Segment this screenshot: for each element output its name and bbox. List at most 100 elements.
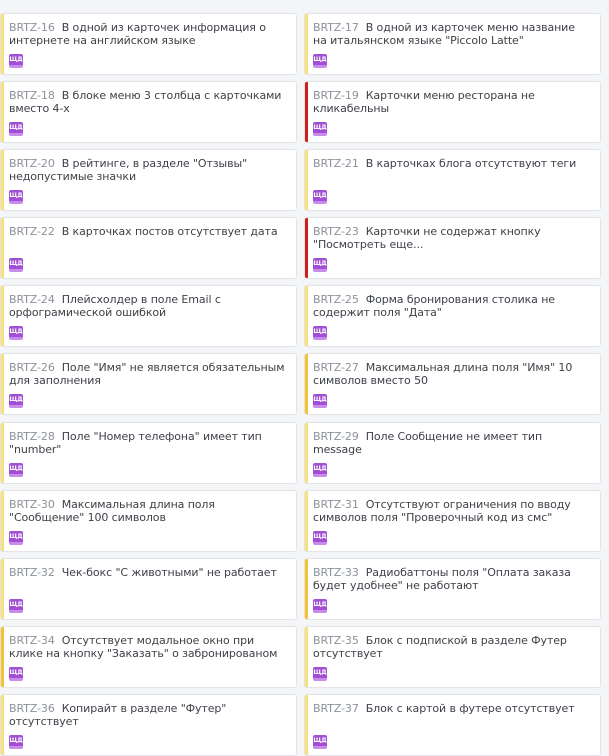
assignee-avatar: ЩД: [313, 190, 327, 205]
issue-key[interactable]: BRTZ-36: [9, 702, 55, 715]
issue-key[interactable]: BRTZ-31: [313, 498, 359, 511]
priority-stripe: [1, 14, 4, 74]
assignee-avatar: ЩД: [313, 394, 327, 409]
issue-key[interactable]: BRTZ-22: [9, 225, 55, 238]
issue-summary: BRTZ-16 В одной из карточек информация о …: [9, 21, 288, 48]
issue-summary: BRTZ-37 Блок с картой в футере отсутствуе…: [313, 702, 592, 729]
issue-card[interactable]: BRTZ-24 Плейсхолдер в поле Email с орфогр…: [0, 285, 297, 348]
issue-card[interactable]: BRTZ-37 Блок с картой в футере отсутствуе…: [304, 693, 601, 756]
issue-key[interactable]: BRTZ-29: [313, 430, 359, 443]
priority-stripe: [1, 218, 4, 279]
issue-key[interactable]: BRTZ-26: [9, 361, 55, 374]
issue-card[interactable]: BRTZ-28 Поле "Номер телефона" имеет тип "…: [0, 421, 297, 484]
issue-card[interactable]: BRTZ-21 В карточках блога отсутствуют тег…: [304, 149, 601, 212]
priority-stripe: [305, 218, 308, 279]
issue-key[interactable]: BRTZ-24: [9, 293, 55, 306]
assignee-avatar: ЩД: [313, 326, 327, 341]
issue-board: BRTZ-16 В одной из карточек информация о …: [0, 0, 609, 756]
issue-key[interactable]: BRTZ-30: [9, 498, 55, 511]
issue-key[interactable]: BRTZ-18: [9, 89, 55, 102]
assignee-avatar: ЩД: [313, 530, 327, 545]
issue-key[interactable]: BRTZ-28: [9, 430, 55, 443]
issue-title: В карточках постов отсутствует дата: [61, 225, 278, 239]
issue-summary: BRTZ-31 Отсутствуют ограничения по вводу …: [313, 498, 592, 525]
issue-summary: BRTZ-17 В одной из карточек меню название…: [313, 21, 592, 48]
issue-key[interactable]: BRTZ-20: [9, 157, 55, 170]
assignee-avatar: ЩД: [9, 190, 23, 205]
issue-card[interactable]: BRTZ-18 В блоке меню 3 столбца с карточка…: [0, 81, 297, 144]
issue-card[interactable]: BRTZ-25 Форма бронирования столика не сод…: [304, 285, 601, 348]
issue-card[interactable]: BRTZ-16 В одной из карточек информация о …: [0, 13, 297, 75]
priority-stripe: [305, 626, 308, 687]
issue-summary: BRTZ-34 Отсутствует модальное окно при кл…: [9, 634, 288, 661]
issue-summary: BRTZ-22 В карточках постов отсутствует да…: [9, 225, 288, 252]
issue-card[interactable]: BRTZ-17 В одной из карточек меню название…: [304, 13, 601, 75]
issue-key[interactable]: BRTZ-25: [313, 293, 359, 306]
assignee-avatar: ЩД: [313, 54, 327, 68]
issue-card[interactable]: BRTZ-32 Чек-бокс "С животными" не работае…: [0, 557, 297, 620]
issue-key[interactable]: BRTZ-16: [9, 21, 55, 34]
assignee-avatar: ЩД: [313, 122, 327, 137]
assignee-avatar: ЩД: [9, 530, 23, 545]
issue-card[interactable]: BRTZ-26 Поле "Имя" не является обязательн…: [0, 353, 297, 416]
issue-summary: BRTZ-24 Плейсхолдер в поле Email с орфогр…: [9, 293, 288, 320]
issue-key[interactable]: BRTZ-34: [9, 634, 55, 647]
assignee-avatar: ЩД: [313, 666, 327, 681]
priority-stripe: [1, 82, 4, 143]
priority-stripe: [1, 422, 4, 483]
issue-summary: BRTZ-28 Поле "Номер телефона" имеет тип "…: [9, 430, 288, 457]
assignee-avatar: ЩД: [313, 598, 327, 613]
issue-key[interactable]: BRTZ-21: [313, 157, 359, 170]
issue-card[interactable]: BRTZ-19 Карточки меню ресторана не кликаб…: [304, 81, 601, 144]
issue-summary: BRTZ-33 Радиобаттоны поля "Оплата заказа …: [313, 566, 592, 593]
issue-card[interactable]: BRTZ-27 Максимальная длина поля "Имя" 10 …: [304, 353, 601, 416]
assignee-avatar: ЩД: [9, 258, 23, 273]
priority-stripe: [305, 150, 308, 211]
issue-summary: BRTZ-27 Максимальная длина поля "Имя" 10 …: [313, 361, 592, 388]
issue-key[interactable]: BRTZ-19: [313, 89, 359, 102]
assignee-avatar: ЩД: [313, 258, 327, 273]
priority-stripe: [1, 626, 4, 687]
issue-card[interactable]: BRTZ-31 Отсутствуют ограничения по вводу …: [304, 489, 601, 552]
issue-card[interactable]: BRTZ-22 В карточках постов отсутствует да…: [0, 217, 297, 280]
issue-card[interactable]: BRTZ-30 Максимальная длина поля "Сообщени…: [0, 489, 297, 552]
issue-key[interactable]: BRTZ-27: [313, 361, 359, 374]
issue-title: Чек-бокс "С животными" не работает: [61, 565, 277, 579]
issue-summary: BRTZ-36 Копирайт в разделе "Футер" отсутс…: [9, 702, 288, 729]
issue-summary: BRTZ-19 Карточки меню ресторана не кликаб…: [313, 89, 592, 116]
priority-stripe: [305, 286, 308, 347]
assignee-avatar: ЩД: [9, 54, 23, 68]
assignee-avatar: ЩД: [313, 734, 327, 749]
priority-stripe: [305, 490, 308, 551]
issue-key[interactable]: BRTZ-23: [313, 225, 359, 238]
issue-summary: BRTZ-25 Форма бронирования столика не сод…: [313, 293, 592, 320]
priority-stripe: [305, 694, 308, 755]
issue-card[interactable]: BRTZ-36 Копирайт в разделе "Футер" отсутс…: [0, 693, 297, 756]
assignee-avatar: ЩД: [9, 326, 23, 341]
assignee-avatar: ЩД: [313, 462, 327, 477]
issue-summary: BRTZ-29 Поле Сообщение не имеет тип messa…: [313, 430, 592, 457]
issue-key[interactable]: BRTZ-37: [313, 702, 359, 715]
assignee-avatar: ЩД: [9, 734, 23, 749]
issue-card[interactable]: BRTZ-29 Поле Сообщение не имеет тип messa…: [304, 421, 601, 484]
priority-stripe: [1, 490, 4, 551]
priority-stripe: [305, 82, 308, 143]
issue-key[interactable]: BRTZ-33: [313, 566, 359, 579]
issue-card[interactable]: BRTZ-33 Радиобаттоны поля "Оплата заказа …: [304, 557, 601, 620]
issue-card[interactable]: BRTZ-35 Блок с подпиской в разделе Футер …: [304, 625, 601, 688]
issue-summary: BRTZ-20 В рейтинге, в разделе "Отзывы" не…: [9, 157, 288, 184]
assignee-avatar: ЩД: [9, 394, 23, 409]
issue-key[interactable]: BRTZ-17: [313, 21, 359, 34]
issue-card[interactable]: BRTZ-34 Отсутствует модальное окно при кл…: [0, 625, 297, 688]
priority-stripe: [1, 150, 4, 211]
priority-stripe: [305, 14, 308, 74]
issue-key[interactable]: BRTZ-35: [313, 634, 359, 647]
issue-card[interactable]: BRTZ-20 В рейтинге, в разделе "Отзывы" не…: [0, 149, 297, 212]
assignee-avatar: ЩД: [9, 598, 23, 613]
issue-summary: BRTZ-26 Поле "Имя" не является обязательн…: [9, 361, 288, 388]
issue-card[interactable]: BRTZ-23 Карточки не содержат кнопку "Посм…: [304, 217, 601, 280]
issue-key[interactable]: BRTZ-32: [9, 566, 55, 579]
issue-summary: BRTZ-23 Карточки не содержат кнопку "Посм…: [313, 225, 592, 252]
assignee-avatar: ЩД: [9, 666, 23, 681]
priority-stripe: [305, 354, 308, 415]
